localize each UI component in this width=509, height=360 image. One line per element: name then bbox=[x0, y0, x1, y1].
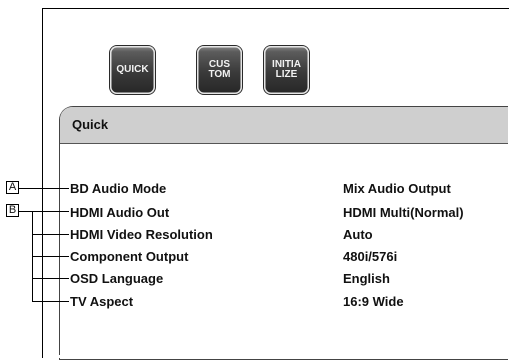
leader-line-osd bbox=[32, 278, 69, 279]
setting-value-hdmi-video-resolution[interactable]: Auto bbox=[343, 227, 373, 242]
setting-value-component-output[interactable]: 480i/576i bbox=[343, 249, 397, 264]
panel-header bbox=[60, 107, 508, 144]
setting-label-tv-aspect[interactable]: TV Aspect bbox=[70, 294, 133, 309]
leader-line-b bbox=[19, 211, 69, 212]
setting-value-bd-audio-mode[interactable]: Mix Audio Output bbox=[343, 181, 451, 196]
tab-quick[interactable]: QUICK bbox=[110, 46, 155, 94]
leader-line-a bbox=[19, 188, 69, 189]
setting-value-hdmi-audio-out[interactable]: HDMI Multi(Normal) bbox=[343, 205, 464, 220]
panel-title: Quick bbox=[72, 117, 109, 132]
callout-a: A bbox=[6, 181, 19, 194]
setting-label-hdmi-video-resolution[interactable]: HDMI Video Resolution bbox=[70, 227, 213, 242]
setting-label-bd-audio-mode[interactable]: BD Audio Mode bbox=[70, 181, 166, 196]
setting-label-osd-language[interactable]: OSD Language bbox=[70, 271, 163, 286]
tab-custom[interactable]: CUS TOM bbox=[197, 46, 242, 94]
leader-line-video bbox=[32, 234, 69, 235]
tab-initialize[interactable]: INITIA LIZE bbox=[264, 46, 309, 94]
setting-label-component-output[interactable]: Component Output bbox=[70, 249, 188, 264]
setting-value-tv-aspect[interactable]: 16:9 Wide bbox=[343, 294, 404, 309]
frame-left-line bbox=[42, 8, 43, 358]
frame-top-line bbox=[42, 8, 509, 9]
setting-label-hdmi-audio-out[interactable]: HDMI Audio Out bbox=[70, 205, 169, 220]
callout-b: B bbox=[6, 204, 19, 217]
setting-value-osd-language[interactable]: English bbox=[343, 271, 390, 286]
leader-line-component bbox=[32, 256, 69, 257]
leader-line-aspect bbox=[32, 301, 69, 302]
